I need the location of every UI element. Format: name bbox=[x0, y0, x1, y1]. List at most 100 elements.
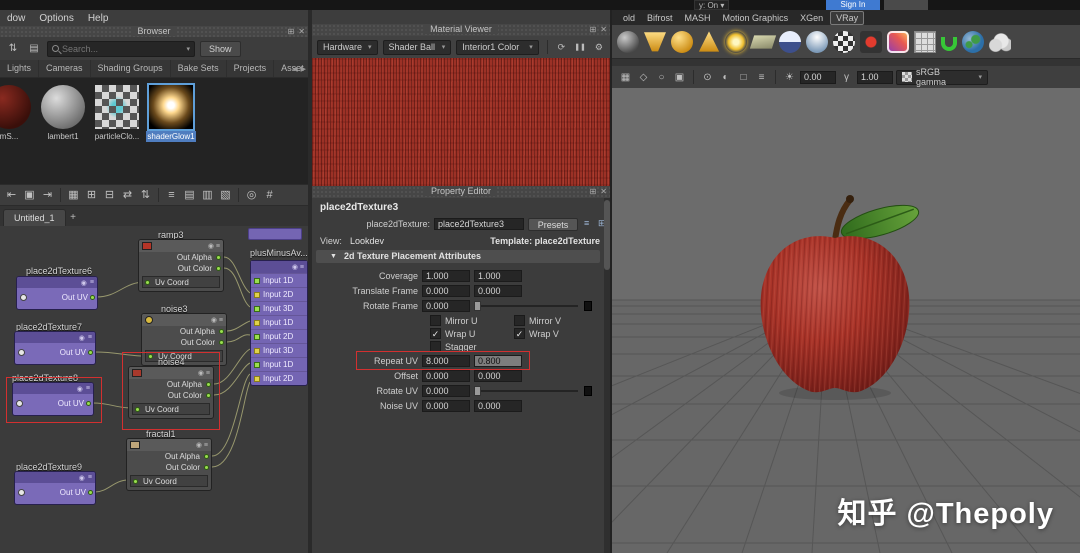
input-connections-icon[interactable]: ⇄ bbox=[119, 187, 136, 204]
history-icon[interactable]: ◐ bbox=[718, 70, 733, 85]
collapse-arrow-icon[interactable]: ▼ bbox=[330, 250, 337, 263]
slider-handle[interactable] bbox=[474, 301, 481, 311]
node-place2dtexture7[interactable]: ◉ ≡ Out UV bbox=[14, 331, 96, 365]
magnet-icon[interactable] bbox=[941, 36, 957, 51]
material-swatch[interactable]: lambert1 bbox=[38, 85, 88, 142]
view-value[interactable]: Lookdev bbox=[350, 236, 384, 246]
search-graph-icon[interactable]: ◎ bbox=[243, 187, 260, 204]
search-filter-dropdown-icon[interactable]: ▾ bbox=[182, 45, 194, 53]
scroll-tabs-right-icon[interactable]: ▶ bbox=[301, 65, 306, 73]
toggle-snap-icon[interactable]: # bbox=[261, 187, 278, 204]
node-output-port[interactable] bbox=[216, 255, 221, 260]
slider-handle[interactable] bbox=[474, 386, 481, 396]
cloud-icon[interactable] bbox=[989, 30, 1011, 53]
node-output-port[interactable] bbox=[219, 340, 224, 345]
viewer-settings-icon[interactable]: ⚙ bbox=[593, 42, 605, 53]
node-output-port[interactable] bbox=[216, 266, 221, 271]
exposure-field[interactable] bbox=[800, 70, 836, 84]
node-input-port[interactable] bbox=[254, 333, 260, 340]
tab-projects[interactable]: Projects bbox=[227, 60, 275, 77]
material-swatch-well[interactable]: mS... lambert1 particleClo... shaderGlow… bbox=[0, 78, 308, 184]
node-plusminusaverage[interactable]: ◉ ≡ Input 1D Input 2D Input 3D Input 1D … bbox=[250, 260, 308, 386]
node-output-port[interactable] bbox=[219, 329, 224, 334]
node-input-port[interactable] bbox=[145, 280, 150, 285]
node-input-port[interactable] bbox=[254, 319, 260, 326]
pause-icon[interactable]: ❚❚ bbox=[572, 43, 588, 51]
renderer-status-dropdown[interactable]: y: On ▾ bbox=[694, 0, 730, 10]
node-input-port[interactable] bbox=[18, 489, 25, 496]
renderer-dropdown[interactable]: Hardware ▾ bbox=[317, 39, 378, 55]
menu-options[interactable]: Options bbox=[32, 13, 80, 24]
half-sphere-icon[interactable] bbox=[806, 30, 828, 53]
rotate-frame-slider[interactable] bbox=[474, 301, 578, 311]
float-panel-icon[interactable]: ⊞ bbox=[288, 26, 295, 37]
coverage-v-field[interactable] bbox=[474, 270, 522, 282]
search-input[interactable] bbox=[62, 43, 183, 54]
node-place2dtexture9[interactable]: ◉ ≡ Out UV bbox=[14, 471, 96, 505]
viewport-3d[interactable]: 知乎 @Thepoly bbox=[612, 88, 1080, 553]
attributes-menu-icon[interactable]: ≡ bbox=[584, 218, 589, 228]
rotate-frame-field[interactable] bbox=[422, 300, 470, 312]
disc-icon[interactable] bbox=[779, 30, 801, 53]
snap-point-icon[interactable]: ○ bbox=[654, 70, 669, 85]
node-input-port[interactable] bbox=[133, 479, 138, 484]
align-left-icon[interactable]: ▤ bbox=[181, 187, 198, 204]
texture-preview[interactable] bbox=[312, 58, 610, 186]
construction-icon[interactable]: □ bbox=[736, 70, 751, 85]
geometry-dropdown[interactable]: Shader Ball ▾ bbox=[382, 39, 452, 55]
list-inputs-icon[interactable]: ≡ bbox=[754, 70, 769, 85]
menu-motion-graphics[interactable]: Motion Graphics bbox=[718, 12, 794, 24]
sun-icon[interactable] bbox=[725, 30, 747, 53]
float-panel-icon[interactable]: ⊞ bbox=[590, 186, 597, 197]
node-output-port[interactable] bbox=[88, 350, 93, 355]
translate-frame-u-field[interactable] bbox=[422, 285, 470, 297]
menu-bifrost[interactable]: Bifrost bbox=[642, 12, 678, 24]
rearrange-graph-icon[interactable]: ⇤ bbox=[3, 187, 20, 204]
add-graph-tab-button[interactable]: + bbox=[66, 211, 80, 225]
node-fractal1[interactable]: ◉ ≡ Out Alpha Out Color Uv Coord bbox=[126, 438, 212, 491]
photo-icon[interactable] bbox=[887, 30, 909, 53]
wrap-v-checkbox[interactable]: ✓ bbox=[514, 328, 525, 339]
sort-icon[interactable]: ⇅ bbox=[5, 41, 21, 57]
node-place2dtexture6[interactable]: ◉ ≡ Out UV bbox=[16, 276, 98, 310]
translate-frame-v-field[interactable] bbox=[474, 285, 522, 297]
node-input-port[interactable] bbox=[254, 375, 260, 382]
material-swatch-selected[interactable]: shaderGlow1 bbox=[146, 83, 196, 142]
node-input-port[interactable] bbox=[254, 291, 260, 298]
node-output-port[interactable] bbox=[88, 490, 93, 495]
exposure-icon[interactable]: ☀ bbox=[782, 70, 797, 85]
mirror-v-checkbox[interactable] bbox=[514, 315, 525, 326]
earth-icon[interactable] bbox=[962, 30, 984, 53]
sign-in-button[interactable]: Sign In bbox=[826, 0, 880, 10]
make-live-icon[interactable]: ⊙ bbox=[700, 70, 715, 85]
add-selected-icon[interactable]: ⊞ bbox=[83, 187, 100, 204]
node-name-field[interactable] bbox=[434, 218, 524, 230]
cone-icon[interactable] bbox=[698, 31, 720, 52]
scroll-tabs-left-icon[interactable]: ◀ bbox=[292, 65, 297, 73]
record-icon[interactable] bbox=[860, 30, 882, 53]
tab-cameras[interactable]: Cameras bbox=[39, 60, 91, 77]
plane-icon[interactable] bbox=[749, 34, 777, 49]
rotate-uv-slider[interactable] bbox=[474, 386, 578, 396]
node-input-port[interactable] bbox=[254, 347, 260, 354]
search-box[interactable]: ▾ bbox=[47, 40, 195, 57]
tab-shading-groups[interactable]: Shading Groups bbox=[91, 60, 171, 77]
property-editor-titlebar[interactable]: Property Editor ⊞ ✕ bbox=[312, 186, 610, 198]
rotate-uv-field[interactable] bbox=[422, 385, 470, 397]
coverage-u-field[interactable] bbox=[422, 270, 470, 282]
menu-window[interactable]: dow bbox=[0, 13, 32, 24]
node-output-port[interactable] bbox=[204, 465, 209, 470]
tab-lights[interactable]: Lights bbox=[0, 60, 40, 77]
material-viewer-titlebar[interactable]: Material Viewer ⊞ ✕ bbox=[312, 24, 610, 36]
show-button[interactable]: Show bbox=[200, 40, 241, 57]
view-transform-dropdown[interactable]: sRGB gamma ▾ bbox=[896, 67, 988, 87]
graph-tab-untitled[interactable]: Untitled_1 bbox=[3, 209, 66, 226]
noise-u-field[interactable] bbox=[422, 400, 470, 412]
distribute-icon[interactable]: ▧ bbox=[217, 187, 234, 204]
section-2d-texture-placement[interactable]: ▼ 2d Texture Placement Attributes bbox=[316, 250, 600, 263]
frame-graph-icon[interactable]: ⇥ bbox=[39, 187, 56, 204]
browser-panel-titlebar[interactable]: Browser ⊞ ✕ bbox=[0, 26, 308, 37]
node-output-port[interactable] bbox=[204, 454, 209, 459]
node-ramp3[interactable]: ◉ ≡ Out Alpha Out Color Uv Coord bbox=[138, 239, 224, 292]
pin-selection-icon[interactable]: ≡ bbox=[163, 187, 180, 204]
